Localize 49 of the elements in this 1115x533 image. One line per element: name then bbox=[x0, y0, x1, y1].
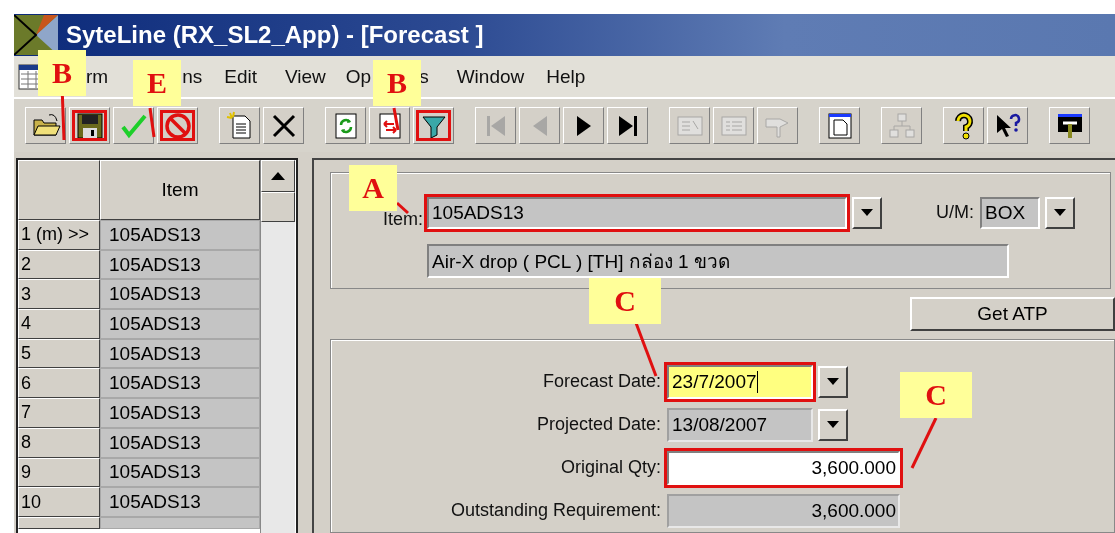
menu-item[interactable]: Help bbox=[546, 65, 586, 88]
item-field[interactable]: 105ADS13 bbox=[427, 196, 847, 229]
row-header[interactable]: 3 bbox=[18, 279, 100, 310]
row-header[interactable]: 9 bbox=[18, 457, 100, 488]
get-atp-button[interactable]: Get ATP bbox=[910, 297, 1115, 331]
field-label: Outstanding Requirement: bbox=[449, 500, 661, 521]
unit-field[interactable]: BOX bbox=[980, 196, 1040, 229]
menu-item[interactable]: rm bbox=[86, 65, 109, 88]
description-field: Air-X drop ( PCL ) [TH] กล่อง 1 ขวด bbox=[427, 244, 1009, 278]
row-header[interactable]: 7 bbox=[18, 398, 100, 428]
date-field[interactable]: 13/08/2007 bbox=[667, 407, 813, 442]
table-cell: 105ADS13 bbox=[100, 249, 260, 280]
callout-label: C bbox=[900, 372, 972, 418]
field-label: Item: bbox=[382, 209, 424, 230]
field-label: Projected Date: bbox=[535, 414, 661, 435]
table-cell: 105ADS13 bbox=[100, 368, 260, 399]
field-label: Original Qty: bbox=[559, 457, 661, 478]
field-label: Forecast Date: bbox=[541, 371, 661, 392]
table-cell: 105ADS13 bbox=[100, 487, 260, 517]
callout-label: E bbox=[133, 60, 181, 106]
table-cell: 105ADS13 bbox=[100, 457, 260, 488]
table-cell: 105ADS13 bbox=[100, 279, 260, 310]
row-header[interactable]: 5 bbox=[18, 338, 100, 369]
menu-item[interactable]: View bbox=[285, 65, 326, 88]
menu-item[interactable]: Window bbox=[456, 65, 525, 88]
table-cell: 105ADS13 bbox=[100, 338, 260, 369]
row-header[interactable]: 1 (m) >> bbox=[18, 220, 100, 250]
row-header[interactable]: 8 bbox=[18, 427, 100, 458]
date-field[interactable]: 23/7/2007 bbox=[667, 364, 813, 399]
quantity-field[interactable]: 3,600.000 bbox=[667, 493, 900, 528]
table-cell: 105ADS13 bbox=[100, 220, 260, 250]
field-label: U/M: bbox=[936, 202, 974, 223]
row-header[interactable]: 4 bbox=[18, 309, 100, 339]
callout-label: C bbox=[589, 278, 661, 324]
menu-item[interactable]: ns bbox=[182, 65, 203, 88]
row-header[interactable]: 2 bbox=[18, 249, 100, 280]
table-cell: 105ADS13 bbox=[100, 398, 260, 428]
row-header[interactable]: 6 bbox=[18, 368, 100, 399]
table-cell: 105ADS13 bbox=[100, 427, 260, 458]
table-cell: 105ADS13 bbox=[100, 309, 260, 339]
row-header[interactable]: 10 bbox=[18, 487, 100, 517]
menu-item[interactable]: Op bbox=[345, 65, 372, 88]
window-title: SyteLine (RX_SL2_App) - [Forecast ] bbox=[66, 21, 484, 49]
column-header[interactable]: Item bbox=[100, 160, 260, 220]
callout-label: B bbox=[373, 60, 421, 106]
quantity-field[interactable]: 3,600.000 bbox=[667, 450, 900, 485]
menu-item[interactable]: Edit bbox=[224, 65, 257, 88]
callout-label: A bbox=[349, 165, 397, 211]
callout-label: B bbox=[38, 50, 86, 96]
